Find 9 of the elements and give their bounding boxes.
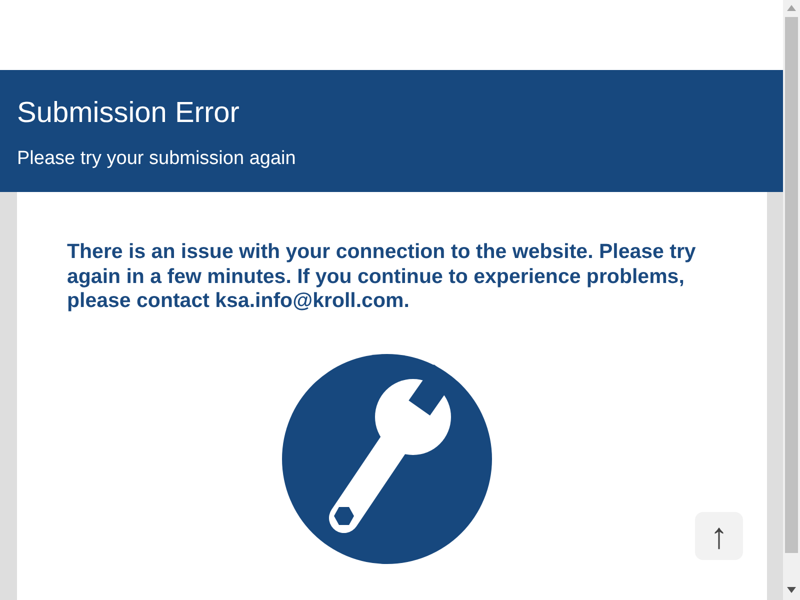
- scrollbar-thumb[interactable]: [785, 17, 798, 553]
- page-subtitle: Please try your submission again: [17, 146, 297, 171]
- page-title: Submission Error: [17, 96, 240, 131]
- back-to-top-button[interactable]: ↑: [695, 512, 743, 560]
- scroll-up-icon[interactable]: [787, 5, 796, 11]
- scroll-down-icon[interactable]: [787, 587, 796, 593]
- error-message: There is an issue with your connection to the website. Please try again in a few minutes. If you continue to experience problems, please contact ksa.info@kroll.com.: [67, 240, 697, 314]
- scrollbar[interactable]: [783, 0, 800, 600]
- wrench-icon: [282, 354, 492, 564]
